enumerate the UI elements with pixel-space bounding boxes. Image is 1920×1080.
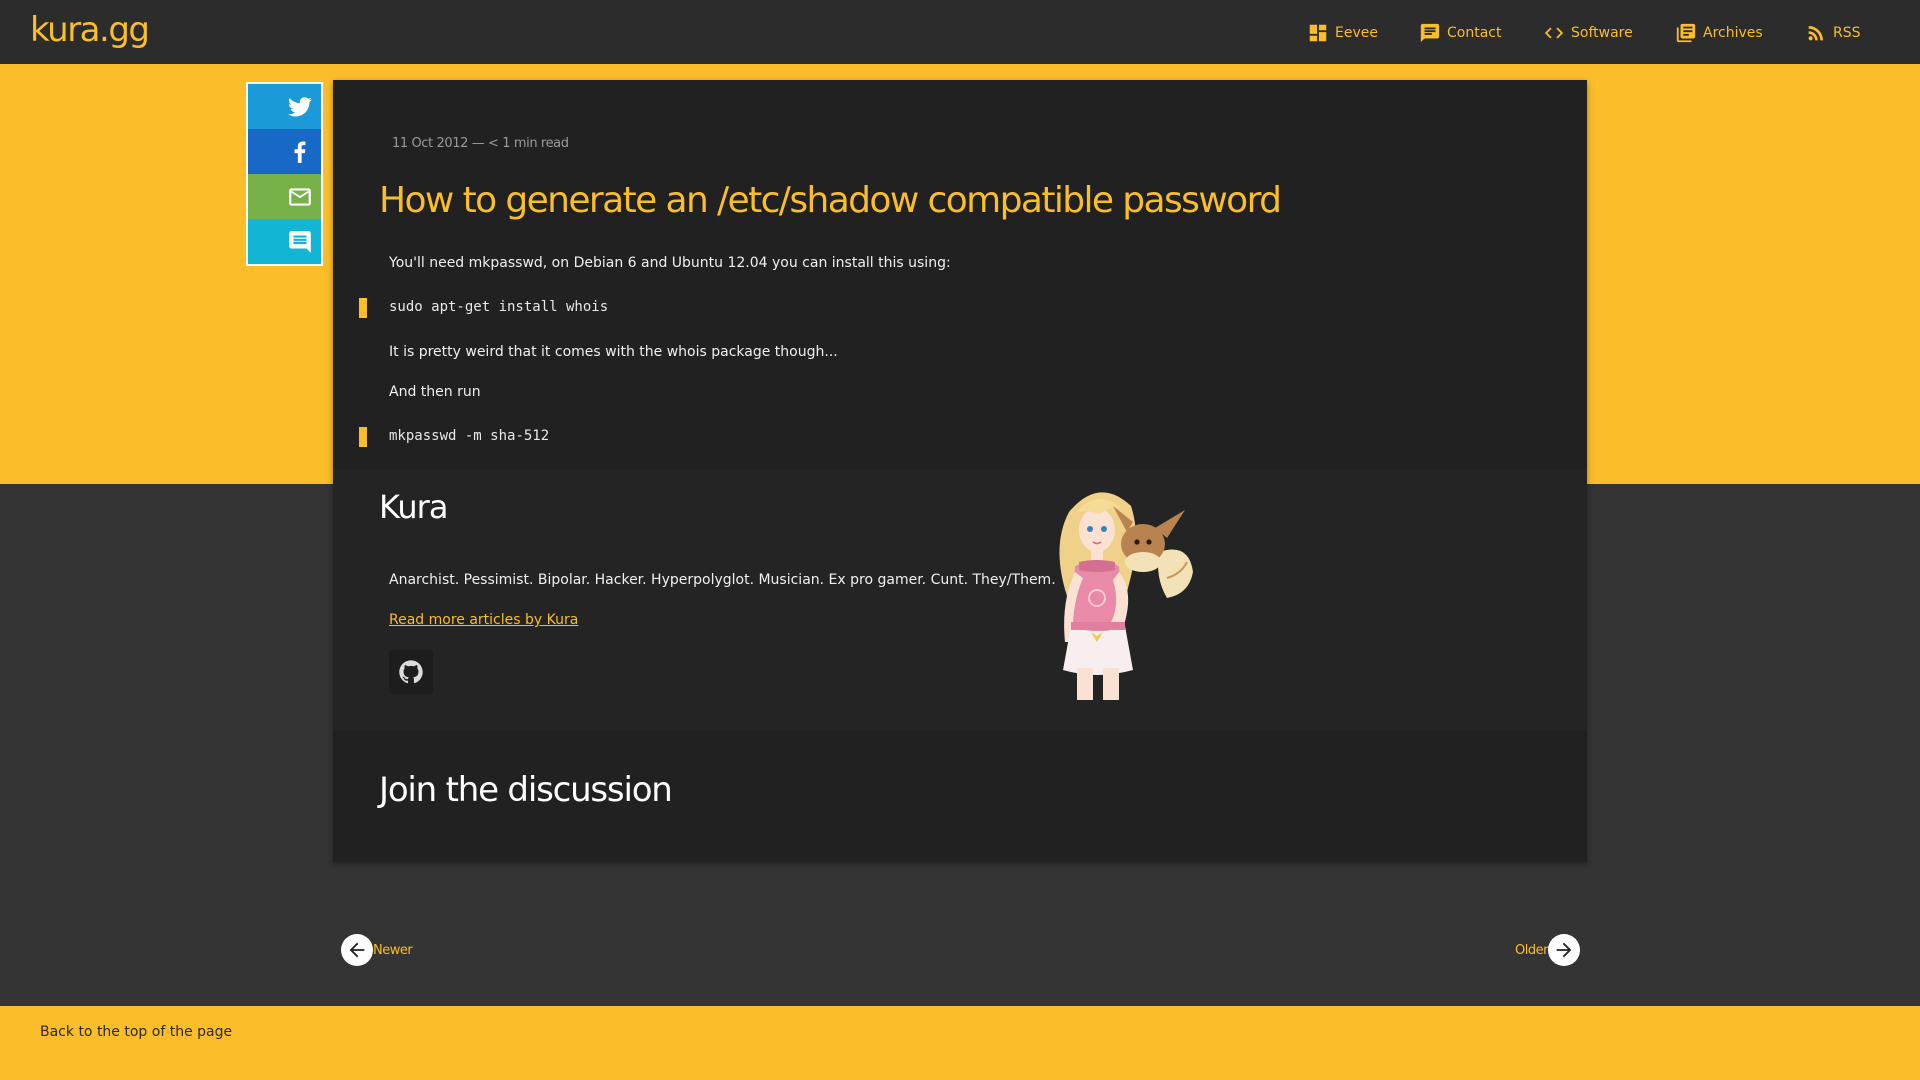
older-post-link[interactable]: Older [1515,934,1580,966]
comment-icon [289,230,311,253]
mail-icon [289,187,311,206]
nav-software[interactable]: Software [1543,21,1633,45]
nav-rss[interactable]: RSS [1805,21,1861,45]
arrow-left-icon [341,934,373,966]
arrow-right-icon [1547,934,1580,966]
post-meta: 11 Oct 2012 — < 1 min read [392,136,569,151]
newer-label: Newer [373,942,413,958]
nav-eevee[interactable]: Eevee [1307,21,1378,45]
code-block-marker [359,298,367,318]
nav-contact[interactable]: Contact [1419,21,1501,45]
share-comment-button[interactable] [248,219,321,264]
code-block-marker [359,427,367,447]
nav-archives-label: Archives [1703,25,1763,41]
site-header: kura.gg Eevee Contact Software Archives … [0,0,1920,64]
facebook-icon [294,140,306,163]
share-twitter-button[interactable] [248,84,321,129]
post-paragraph: It is pretty weird that it comes with th… [389,344,838,360]
author-bio: Anarchist. Pessimist. Bipolar. Hacker. H… [389,572,1056,588]
code-icon [1544,27,1564,39]
nav-rss-label: RSS [1833,25,1861,41]
chat-icon [1420,23,1440,43]
back-to-top-link[interactable]: Back to the top of the page [40,1024,232,1040]
github-button[interactable] [389,650,433,694]
share-email-button[interactable] [248,174,321,219]
code-line: mkpasswd -m sha-512 [389,428,550,444]
nav-archives[interactable]: Archives [1675,21,1763,45]
author-section: Kura Anarchist. Pessimist. Bipolar. Hack… [333,470,1587,730]
article-card: 11 Oct 2012 — < 1 min read How to genera… [333,80,1587,862]
code-block: mkpasswd -m sha-512 [359,427,959,447]
rss-icon [1808,26,1823,41]
post-paragraph: You'll need mkpasswd, on Debian 6 and Ub… [389,255,951,271]
avatar [1059,492,1193,700]
post-paragraph: And then run [389,384,481,400]
share-bar [246,82,323,266]
author-articles-link[interactable]: Read more articles by Kura [389,612,578,628]
code-line: sudo apt-get install whois [389,299,609,315]
nav-contact-label: Contact [1447,25,1502,41]
newer-post-link[interactable]: Newer [341,934,413,966]
nav-eevee-label: Eevee [1335,25,1378,41]
site-footer: Back to the top of the page [0,1006,1920,1080]
site-logo[interactable]: kura.gg [30,10,150,50]
discussion-title: Join the discussion [379,770,673,810]
nav-software-label: Software [1571,25,1633,41]
github-icon [399,660,423,684]
post-title: How to generate an /etc/shadow compatibl… [379,180,1282,221]
dashboard-icon [1309,24,1327,42]
library-icon [1676,23,1696,43]
twitter-icon [288,96,312,117]
older-label: Older [1515,942,1548,958]
author-name: Kura [379,488,448,526]
share-facebook-button[interactable] [248,129,321,174]
code-block: sudo apt-get install whois [359,298,959,318]
